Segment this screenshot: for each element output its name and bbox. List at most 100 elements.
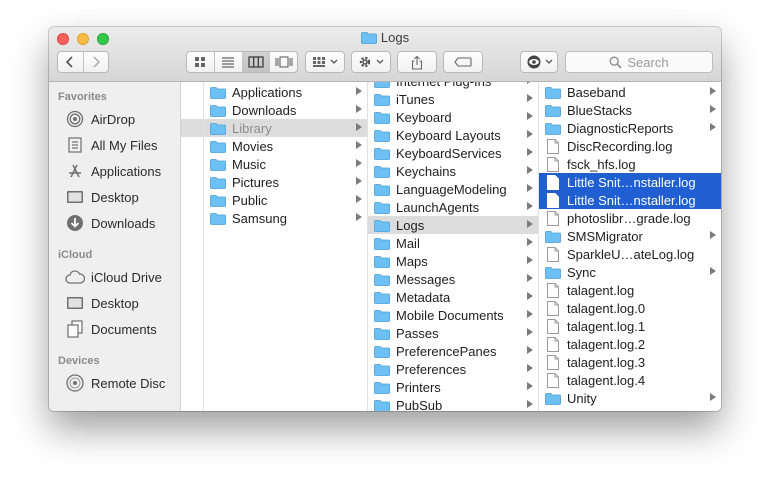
row-label: talagent.log.0 bbox=[567, 300, 646, 316]
folder-row[interactable]: Public bbox=[204, 191, 367, 209]
folder-row[interactable]: LaunchAgents bbox=[368, 198, 538, 216]
quick-look-button[interactable] bbox=[520, 51, 558, 73]
edit-tags-button[interactable] bbox=[443, 51, 483, 73]
row-label: Mail bbox=[396, 235, 420, 251]
folder-row[interactable]: Passes bbox=[368, 324, 538, 342]
row-label: SparkleU…ateLog.log bbox=[567, 246, 695, 262]
folder-row[interactable]: Keyboard bbox=[368, 108, 538, 126]
row-label: photoslibr…grade.log bbox=[567, 210, 691, 226]
row-label: Passes bbox=[396, 325, 439, 341]
row-label: talagent.log.4 bbox=[567, 372, 646, 388]
file-row[interactable]: photoslibr…grade.log bbox=[539, 209, 721, 227]
sidebar-item-desktop[interactable]: Desktop bbox=[65, 186, 139, 208]
document-icon bbox=[547, 138, 559, 154]
sidebar-item-remote-disc[interactable]: Remote Disc bbox=[65, 372, 165, 394]
row-label: talagent.log bbox=[567, 282, 635, 298]
sidebar: Favorites AirDrop All My Files Applicati… bbox=[49, 82, 181, 411]
folder-row[interactable]: Unity bbox=[539, 389, 721, 407]
toolbar: Logs Search bbox=[49, 27, 721, 82]
folder-row[interactable]: Mobile Documents bbox=[368, 306, 538, 324]
search-field[interactable]: Search bbox=[565, 51, 713, 73]
file-row[interactable]: DiscRecording.log bbox=[539, 137, 721, 155]
folder-icon bbox=[374, 327, 390, 340]
file-row[interactable]: SparkleU…ateLog.log bbox=[539, 245, 721, 263]
forward-button[interactable] bbox=[84, 52, 109, 72]
folder-row[interactable]: PreferencePanes bbox=[368, 342, 538, 360]
folder-row[interactable]: Music bbox=[204, 155, 367, 173]
gear-icon bbox=[359, 56, 371, 68]
folder-row[interactable]: BlueStacks bbox=[539, 101, 721, 119]
folder-row[interactable]: KeyboardServices bbox=[368, 144, 538, 162]
folder-row[interactable]: Logs bbox=[368, 216, 538, 234]
folder-icon bbox=[210, 176, 226, 189]
folder-row[interactable]: Mail bbox=[368, 234, 538, 252]
folder-row[interactable]: Baseband bbox=[539, 83, 721, 101]
folder-row[interactable]: Samsung bbox=[204, 209, 367, 227]
folder-row[interactable]: Internet Plug-Ins bbox=[368, 82, 538, 90]
folder-row[interactable]: Library bbox=[204, 119, 367, 137]
folder-row[interactable]: Applications bbox=[204, 83, 367, 101]
folder-row[interactable]: LanguageModeling bbox=[368, 180, 538, 198]
file-row[interactable]: talagent.log.3 bbox=[539, 353, 721, 371]
sidebar-item-applications[interactable]: Applications bbox=[65, 160, 161, 182]
disclosure-arrow-icon bbox=[527, 112, 533, 120]
file-row[interactable]: fsck_hfs.log bbox=[539, 155, 721, 173]
folder-row[interactable]: Preferences bbox=[368, 360, 538, 378]
share-button[interactable] bbox=[397, 51, 437, 73]
sidebar-item-all-my-files[interactable]: All My Files bbox=[65, 134, 157, 156]
action-button[interactable] bbox=[351, 51, 391, 73]
sidebar-section-devices: Devices bbox=[58, 355, 100, 367]
file-row[interactable]: Little Snit…nstaller.log bbox=[539, 191, 721, 209]
folder-row[interactable]: DiagnosticReports bbox=[539, 119, 721, 137]
folder-row[interactable]: iTunes bbox=[368, 90, 538, 108]
document-icon bbox=[547, 372, 559, 388]
column-view-button[interactable] bbox=[242, 52, 271, 72]
disclosure-arrow-icon bbox=[527, 310, 533, 318]
sidebar-item-icloud-desktop[interactable]: Desktop bbox=[65, 292, 139, 314]
file-row[interactable]: talagent.log.4 bbox=[539, 371, 721, 389]
document-icon bbox=[547, 318, 559, 334]
folder-row[interactable]: Pictures bbox=[204, 173, 367, 191]
arrange-button[interactable] bbox=[305, 51, 345, 73]
row-label: Public bbox=[232, 192, 268, 208]
cover-flow-button[interactable] bbox=[270, 52, 297, 72]
file-row[interactable]: talagent.log bbox=[539, 281, 721, 299]
row-label: Mobile Documents bbox=[396, 307, 504, 323]
list-view-button[interactable] bbox=[215, 52, 243, 72]
folder-icon bbox=[374, 291, 390, 304]
folder-row[interactable]: Maps bbox=[368, 252, 538, 270]
folder-row[interactable]: SMSMigrator bbox=[539, 227, 721, 245]
file-row[interactable]: talagent.log.2 bbox=[539, 335, 721, 353]
folder-row[interactable]: Keychains bbox=[368, 162, 538, 180]
row-label: Sync bbox=[567, 264, 596, 280]
downloads-icon bbox=[65, 214, 85, 232]
row-label: Library bbox=[232, 120, 272, 136]
sidebar-item-label: Downloads bbox=[91, 215, 156, 231]
desktop-icon bbox=[65, 294, 85, 312]
chevron-down-icon bbox=[545, 59, 552, 64]
folder-row[interactable]: Downloads bbox=[204, 101, 367, 119]
folder-icon bbox=[360, 31, 377, 47]
folder-row[interactable]: Sync bbox=[539, 263, 721, 281]
folder-row[interactable]: Movies bbox=[204, 137, 367, 155]
sidebar-item-downloads[interactable]: Downloads bbox=[65, 212, 155, 234]
sidebar-item-icloud-drive[interactable]: iCloud Drive bbox=[65, 266, 162, 288]
folder-icon bbox=[210, 86, 226, 99]
folder-row[interactable]: PubSub bbox=[368, 396, 538, 411]
icon-view-button[interactable] bbox=[187, 52, 215, 72]
file-row[interactable]: talagent.log.0 bbox=[539, 299, 721, 317]
folder-row[interactable]: Keyboard Layouts bbox=[368, 126, 538, 144]
file-row[interactable]: Little Snit…nstaller.log bbox=[539, 173, 721, 191]
folder-row[interactable]: Metadata bbox=[368, 288, 538, 306]
sidebar-item-airdrop[interactable]: AirDrop bbox=[65, 108, 135, 130]
folder-icon bbox=[545, 86, 561, 99]
row-label: PubSub bbox=[396, 397, 443, 412]
row-label: iTunes bbox=[396, 91, 435, 107]
row-label: Music bbox=[232, 156, 266, 172]
sidebar-item-documents[interactable]: Documents bbox=[65, 318, 157, 340]
folder-row[interactable]: Messages bbox=[368, 270, 538, 288]
file-row[interactable]: talagent.log.1 bbox=[539, 317, 721, 335]
search-placeholder: Search bbox=[627, 54, 669, 70]
folder-row[interactable]: Printers bbox=[368, 378, 538, 396]
back-button[interactable] bbox=[58, 52, 84, 72]
